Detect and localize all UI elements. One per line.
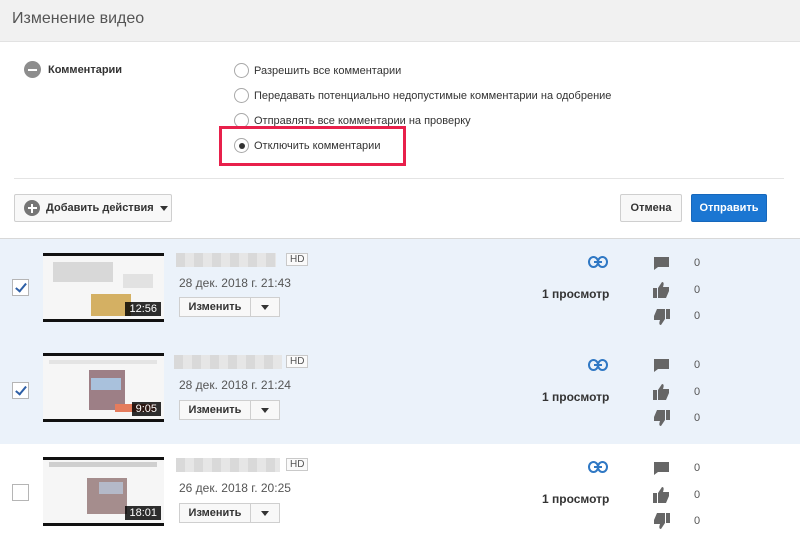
submit-button[interactable]: Отправить bbox=[691, 194, 767, 222]
radio-button[interactable] bbox=[234, 88, 249, 103]
comments-section-toggle[interactable]: Комментарии bbox=[24, 61, 122, 78]
link-icon[interactable] bbox=[588, 461, 608, 473]
video-row: 18:01 HD 26 дек. 2018 г. 20:25 Изменить … bbox=[0, 444, 800, 537]
video-duration: 9:05 bbox=[131, 402, 161, 416]
view-count: 1 просмотр bbox=[542, 390, 610, 404]
radio-button[interactable] bbox=[234, 63, 249, 78]
comments-section-label: Комментарии bbox=[48, 63, 123, 76]
caret-down-icon bbox=[261, 407, 269, 413]
edit-dropdown[interactable] bbox=[251, 400, 280, 420]
hd-badge: HD bbox=[286, 458, 309, 471]
like-count: 0 bbox=[694, 284, 701, 296]
edit-button[interactable]: Изменить bbox=[179, 297, 251, 317]
thumbs-up-icon bbox=[653, 487, 669, 503]
video-thumbnail[interactable]: 9:05 bbox=[43, 353, 164, 422]
video-row: 12:56 HD 28 дек. 2018 г. 21:43 Изменить … bbox=[0, 239, 800, 341]
thumbs-down-icon bbox=[654, 410, 670, 426]
add-circle-icon bbox=[24, 200, 40, 216]
edit-dropdown[interactable] bbox=[251, 297, 280, 317]
radio-label: Передавать потенциально недопустимые ком… bbox=[254, 89, 612, 102]
caret-down-icon bbox=[159, 205, 168, 211]
comment-count: 0 bbox=[694, 462, 701, 474]
thumbs-down-icon bbox=[654, 309, 670, 325]
video-date: 28 дек. 2018 г. 21:43 bbox=[179, 276, 291, 290]
video-duration: 18:01 bbox=[125, 506, 161, 520]
edit-dropdown[interactable] bbox=[251, 503, 280, 523]
view-count: 1 просмотр bbox=[542, 287, 610, 301]
dialog-header: Изменение видео bbox=[0, 0, 800, 42]
edit-videos-dialog: Изменение видео Комментарии Разрешить вс… bbox=[0, 0, 800, 537]
video-thumbnail[interactable]: 18:01 bbox=[43, 457, 164, 526]
dislike-count: 0 bbox=[694, 412, 701, 424]
radio-hold-inappropriate[interactable]: Передавать потенциально недопустимые ком… bbox=[234, 88, 611, 103]
hd-badge: HD bbox=[286, 253, 309, 266]
video-duration: 12:56 bbox=[125, 302, 161, 316]
thumbs-up-icon bbox=[653, 282, 669, 298]
video-date: 28 дек. 2018 г. 21:24 bbox=[179, 378, 291, 392]
comment-icon bbox=[654, 359, 669, 372]
video-title-blurred[interactable] bbox=[174, 355, 282, 369]
thumbs-up-icon bbox=[653, 384, 669, 400]
video-thumbnail[interactable]: 12:56 bbox=[43, 253, 164, 322]
caret-down-icon bbox=[261, 304, 269, 310]
row-checkbox[interactable] bbox=[12, 382, 29, 399]
link-icon[interactable] bbox=[588, 359, 608, 371]
comment-count: 0 bbox=[694, 257, 701, 269]
add-actions-label: Добавить действия bbox=[46, 202, 154, 214]
video-row: 9:05 HD 28 дек. 2018 г. 21:24 Изменить 1… bbox=[0, 341, 800, 444]
row-checkbox[interactable] bbox=[12, 279, 29, 296]
hd-badge: HD bbox=[286, 355, 309, 368]
remove-circle-icon[interactable] bbox=[24, 61, 41, 78]
edit-button[interactable]: Изменить bbox=[179, 400, 251, 420]
comment-icon bbox=[654, 257, 669, 270]
link-icon[interactable] bbox=[588, 256, 608, 268]
radio-label: Разрешить все комментарии bbox=[254, 64, 402, 77]
highlight-box bbox=[219, 126, 406, 166]
video-date: 26 дек. 2018 г. 20:25 bbox=[179, 481, 291, 495]
edit-button-group: Изменить bbox=[179, 297, 280, 317]
divider bbox=[14, 178, 784, 179]
add-actions-button[interactable]: Добавить действия bbox=[14, 194, 172, 222]
radio-allow-all[interactable]: Разрешить все комментарии bbox=[234, 63, 401, 78]
edit-button[interactable]: Изменить bbox=[179, 503, 251, 523]
edit-button-group: Изменить bbox=[179, 503, 280, 523]
dislike-count: 0 bbox=[694, 515, 701, 527]
video-title-blurred[interactable] bbox=[176, 458, 280, 472]
edit-button-group: Изменить bbox=[179, 400, 280, 420]
caret-down-icon bbox=[261, 510, 269, 516]
view-count: 1 просмотр bbox=[542, 492, 610, 506]
thumbs-down-icon bbox=[654, 513, 670, 529]
dialog-title: Изменение видео bbox=[12, 10, 145, 27]
dislike-count: 0 bbox=[694, 310, 701, 322]
video-title-blurred[interactable] bbox=[176, 253, 276, 267]
row-checkbox[interactable] bbox=[12, 484, 29, 501]
comment-icon bbox=[654, 462, 669, 475]
cancel-button[interactable]: Отмена bbox=[620, 194, 682, 222]
radio-label: Отправлять все комментарии на проверку bbox=[254, 114, 471, 127]
comment-count: 0 bbox=[694, 359, 701, 371]
like-count: 0 bbox=[694, 386, 701, 398]
like-count: 0 bbox=[694, 489, 701, 501]
